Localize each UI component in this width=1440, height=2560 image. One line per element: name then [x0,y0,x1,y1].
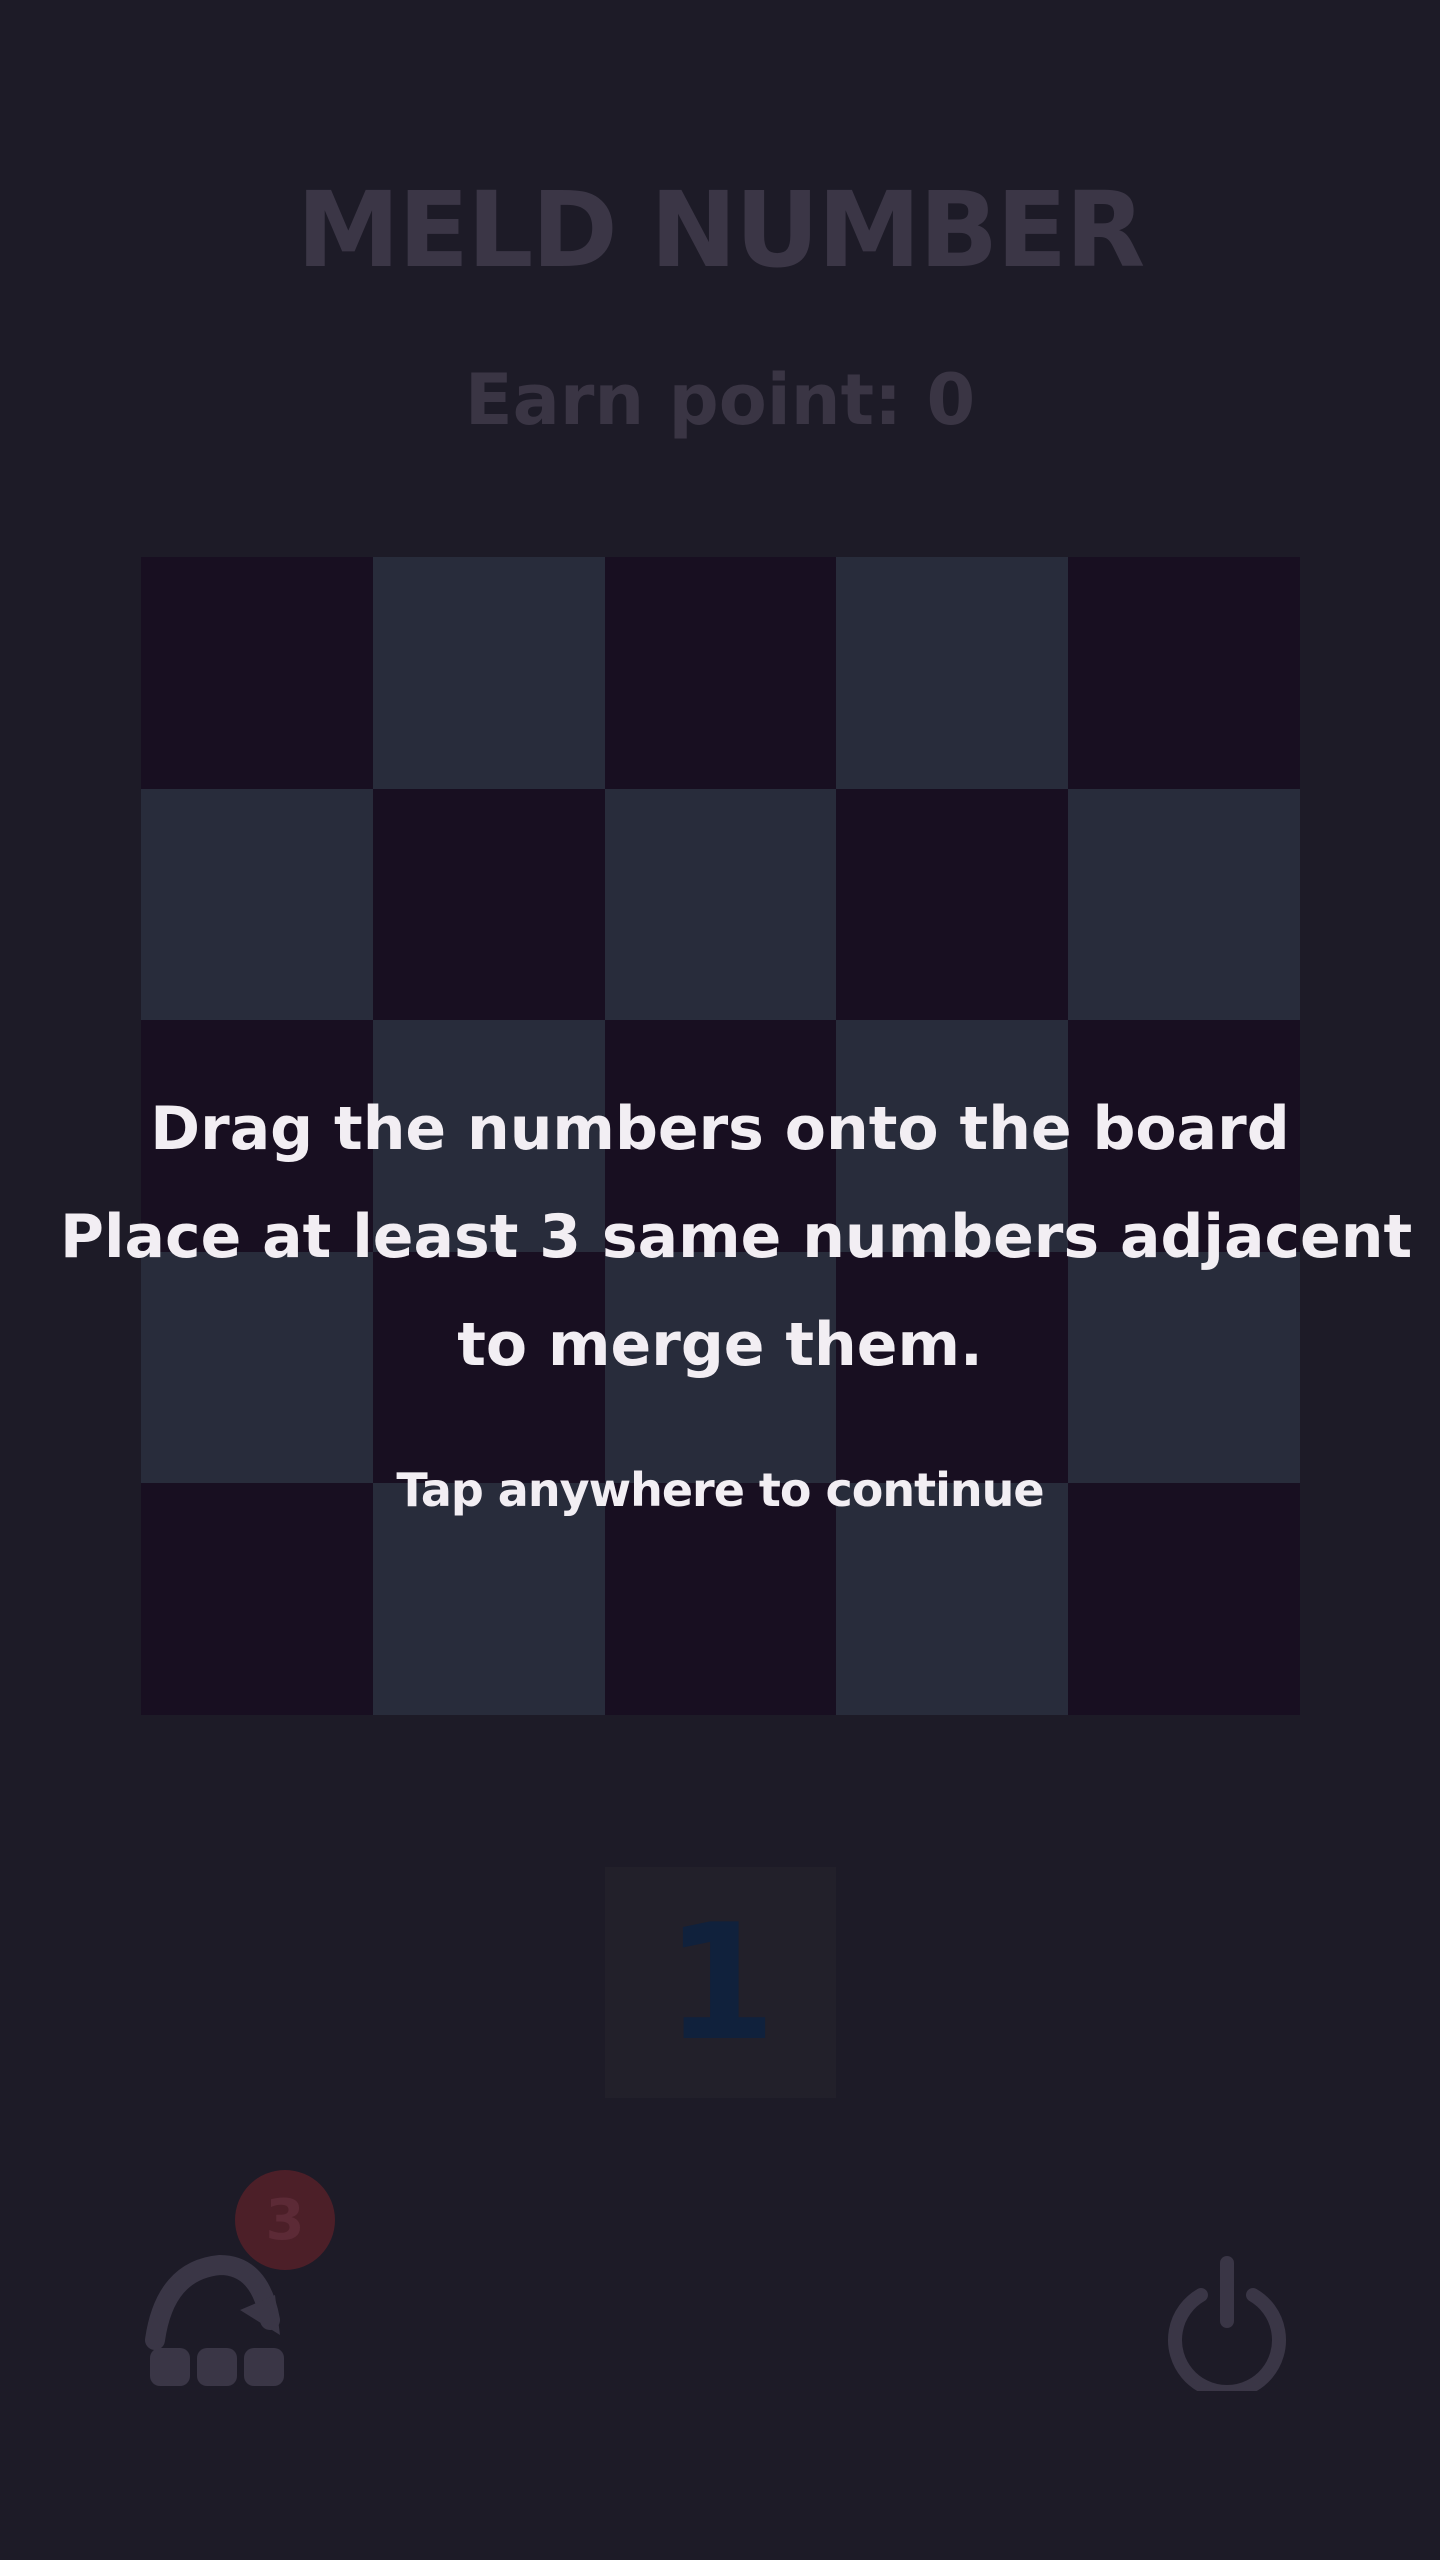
tutorial-line-3: to merge them. [457,1310,983,1380]
tap-to-continue: Tap anywhere to continue [396,1463,1044,1517]
tutorial-instructions: Drag the numbers onto the board Place at… [60,1075,1413,1399]
tutorial-line-1: Drag the numbers onto the board [150,1094,1290,1164]
tutorial-line-2: Place at least 3 same numbers adjacent [60,1202,1413,1272]
game-screen: MELD NUMBER Earn point: 0 1 3 Drag the n… [0,0,1440,2560]
tutorial-overlay[interactable]: Drag the numbers onto the board Place at… [0,0,1440,2560]
